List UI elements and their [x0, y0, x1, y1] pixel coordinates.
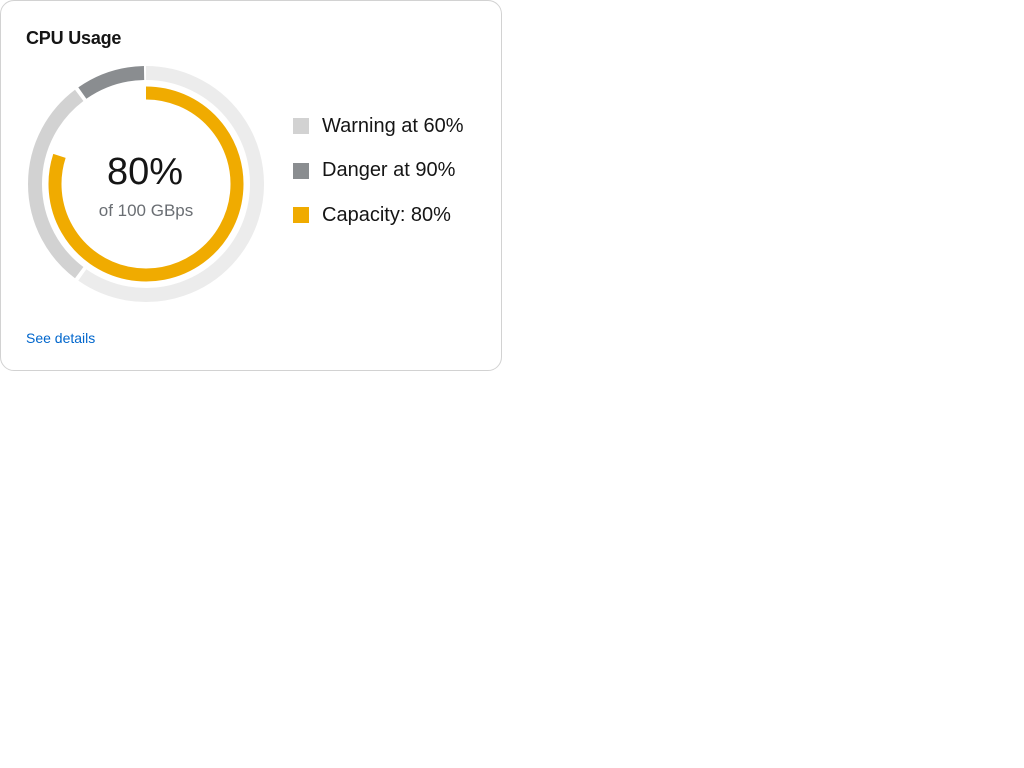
- see-details-link[interactable]: See details: [26, 329, 95, 347]
- legend-label-warning: Warning at 60%: [322, 114, 464, 137]
- chart-legend: Warning at 60% Danger at 90% Capacity: 8…: [293, 112, 464, 246]
- legend-label-danger: Danger at 90%: [322, 159, 456, 181]
- legend-swatch-warning: [293, 118, 309, 134]
- threshold-arc-danger: [78, 66, 145, 99]
- donut-chart-svg: 80% of 100 GBps: [28, 66, 264, 302]
- card-title: CPU Usage: [26, 28, 122, 48]
- legend-item-capacity[interactable]: Capacity: 80%: [293, 201, 464, 229]
- legend-item-danger[interactable]: Danger at 90%: [293, 157, 464, 185]
- legend-label-capacity: Capacity: 80%: [322, 203, 451, 226]
- legend-swatch-capacity: [293, 207, 309, 223]
- cpu-usage-card: CPU Usage 80% of 100 GBps Warning at 60%…: [0, 0, 502, 371]
- gauge-sub-text: of 100 GBps: [99, 201, 194, 220]
- legend-item-warning[interactable]: Warning at 60%: [293, 112, 464, 140]
- legend-swatch-danger: [293, 162, 309, 179]
- gauge-value-text: 80%: [107, 151, 183, 193]
- donut-utilization-chart: 80% of 100 GBps: [26, 64, 266, 304]
